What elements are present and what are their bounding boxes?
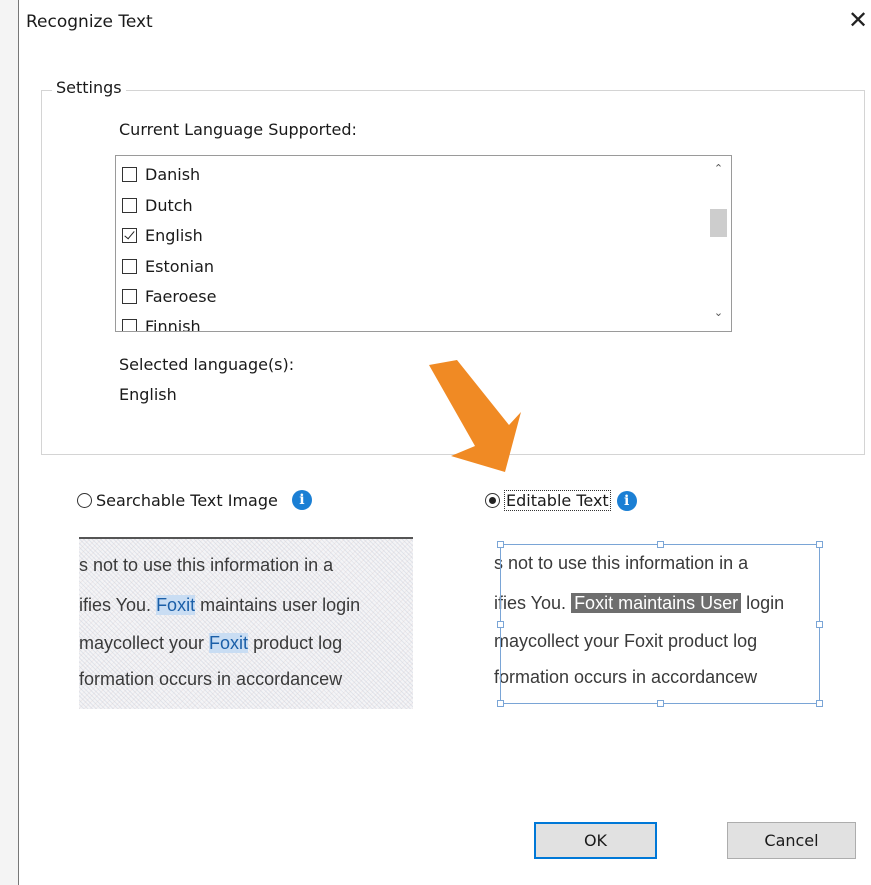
- language-label: Finnish: [145, 316, 201, 332]
- info-icon[interactable]: i: [291, 490, 312, 510]
- resize-handle: [657, 700, 664, 707]
- dialog-title: Recognize Text: [26, 12, 153, 32]
- resize-handle: [497, 621, 504, 628]
- preview-text: ifies You.: [79, 595, 157, 615]
- language-item-faeroese[interactable]: Faeroese: [122, 284, 216, 308]
- editable-text-label: Editable Text: [504, 490, 611, 511]
- checkbox[interactable]: [122, 258, 137, 274]
- language-item-finnish[interactable]: Finnish: [122, 314, 201, 332]
- close-icon[interactable]: ✕: [846, 8, 870, 32]
- language-label: English: [145, 225, 203, 245]
- preview-text: maycollect your: [79, 633, 210, 653]
- resize-handle: [657, 541, 664, 548]
- checkbox[interactable]: [122, 318, 137, 331]
- scroll-thumb[interactable]: [710, 209, 727, 237]
- language-item-dutch[interactable]: Dutch: [122, 193, 193, 217]
- current-language-label: Current Language Supported:: [119, 120, 357, 139]
- language-label: Faeroese: [145, 286, 217, 306]
- cancel-button[interactable]: Cancel: [727, 822, 856, 859]
- language-label: Estonian: [145, 256, 215, 276]
- resize-handle: [816, 621, 823, 628]
- searchable-text-image-label: Searchable Text Image: [96, 490, 278, 510]
- preview-line: formation occurs in accordancew: [79, 669, 343, 689]
- checkbox[interactable]: [122, 166, 137, 182]
- language-scrollbar[interactable]: ⌃ ⌄: [707, 156, 730, 331]
- editable-preview-image: s not to use this information in a ifies…: [490, 537, 824, 707]
- selected-languages-label: Selected language(s):: [119, 355, 295, 374]
- preview-line: maycollect your Foxit product log: [79, 633, 342, 654]
- language-item-danish[interactable]: Danish: [122, 162, 200, 186]
- resize-handle: [816, 541, 823, 548]
- language-list[interactable]: Danish Dutch English Estonian Faeroese F…: [115, 155, 732, 332]
- checkbox[interactable]: [122, 197, 137, 213]
- language-label: Dutch: [145, 195, 193, 215]
- left-background: [0, 0, 19, 885]
- preview-line: ifies You. Foxit maintains user login: [79, 595, 360, 616]
- ok-button[interactable]: OK: [534, 822, 657, 859]
- text-edit-frame: [497, 541, 823, 707]
- resize-handle: [497, 541, 504, 548]
- highlighted-word: Foxit: [156, 595, 196, 615]
- preview-line: s not to use this information in a: [79, 555, 334, 575]
- radio-button[interactable]: [77, 492, 92, 508]
- editable-text-option[interactable]: Editable Text i: [485, 490, 637, 511]
- info-icon[interactable]: i: [616, 490, 637, 511]
- preview-text: maintains user login: [195, 595, 361, 615]
- selected-languages-value: English: [119, 385, 177, 404]
- highlighted-word: Foxit: [209, 633, 249, 653]
- language-item-english[interactable]: English: [122, 223, 203, 247]
- orange-arrow-pointer: [429, 360, 521, 472]
- scroll-up-icon[interactable]: ⌃: [707, 162, 730, 178]
- language-label: Danish: [145, 164, 201, 184]
- searchable-text-image-option[interactable]: Searchable Text Image i: [77, 490, 312, 510]
- scroll-down-icon[interactable]: ⌄: [707, 306, 730, 322]
- preview-text: product log: [248, 633, 343, 653]
- language-item-estonian[interactable]: Estonian: [122, 254, 214, 278]
- resize-handle: [497, 700, 504, 707]
- searchable-preview-image: s not to use this information in a ifies…: [79, 537, 413, 709]
- settings-legend: Settings: [52, 78, 126, 97]
- radio-button-selected[interactable]: [485, 493, 500, 508]
- recognize-text-dialog: Recognize Text ✕ Settings Current Langua…: [19, 0, 871, 885]
- checkbox-checked[interactable]: [122, 227, 137, 243]
- resize-handle: [816, 700, 823, 707]
- checkbox[interactable]: [122, 288, 137, 304]
